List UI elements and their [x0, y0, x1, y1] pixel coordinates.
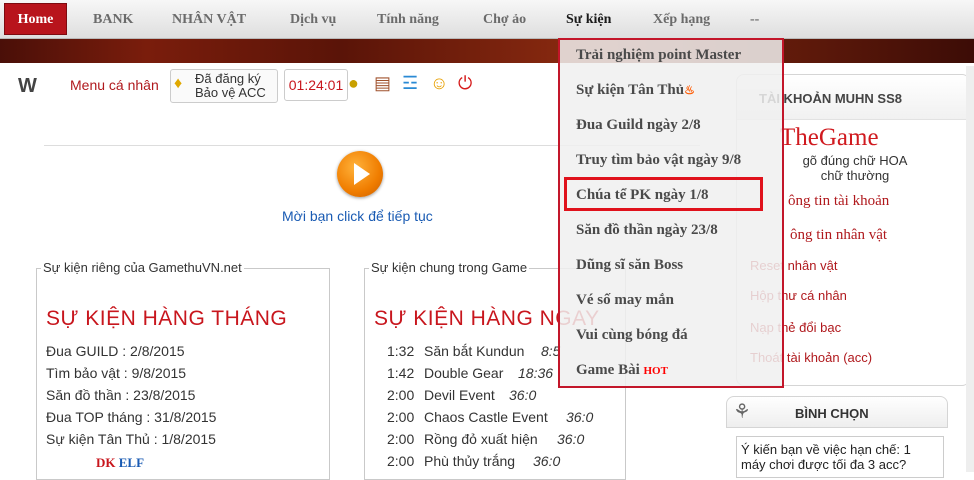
power-icon[interactable]: ⏻	[458, 73, 472, 94]
schedule-name: Săn bắt Kundun	[424, 343, 525, 359]
money-bag-icon[interactable]: ●	[348, 73, 359, 94]
sidebar-link-account-info[interactable]: ông tin tài khoản	[788, 193, 889, 210]
hint-line1: gõ đúng chữ HOA	[802, 153, 908, 168]
nav-more[interactable]: --	[750, 12, 759, 28]
page-scrollbar[interactable]	[966, 66, 974, 472]
schedule-time: 2:00	[387, 453, 415, 469]
event-line: Sự kiện Tân Thủ : 1/8/2015	[46, 431, 216, 447]
brand-thegame: TheGame	[780, 124, 879, 151]
dropdown-item-treasure-hunt[interactable]: Truy tìm bảo vật ngày 9/8	[576, 152, 741, 169]
schedule-count: 36:0	[557, 431, 585, 447]
nav-dich-vu[interactable]: Dịch vụ	[290, 12, 336, 28]
w-logo-icon[interactable]: W	[18, 75, 37, 98]
poll-question-line1: Ý kiến bạn về việc hạn chế: 1	[741, 442, 911, 457]
monthly-events-heading: SỰ KIỆN HÀNG THÁNG	[46, 307, 288, 330]
event-line: Đua GUILD : 2/8/2015	[46, 343, 185, 359]
dropdown-item-master-point[interactable]: Trải nghiệm point Master	[576, 47, 741, 64]
dropdown-item-football[interactable]: Vui cùng bóng đá	[576, 327, 688, 344]
poll-question-line2: máy chơi được tối đa 3 acc?	[741, 457, 907, 472]
schedule-count: 18:36	[518, 365, 554, 381]
schedule-name: Double Gear	[424, 365, 504, 381]
dragon-icon: ⚘	[733, 401, 751, 423]
dropdown-item-boss-hunter[interactable]: Dũng sĩ săn Boss	[576, 257, 683, 274]
schedule-count: 36:0	[566, 409, 594, 425]
nav-home-button[interactable]: Home	[4, 3, 67, 35]
poll-header: ⚘ BÌNH CHỌN	[726, 396, 948, 428]
top-navigation: Home BANK NHÂN VẬT Dịch vụ Tính năng Chợ…	[0, 0, 974, 39]
registered-line2: Bảo vệ ACC	[195, 85, 266, 100]
events-dropdown-menu: Trải nghiệm point Master Sự kiện Tân Thủ…	[558, 38, 784, 388]
schedule-time: 1:32	[387, 343, 415, 359]
dropdown-item-label: Game Bài	[576, 362, 640, 378]
dropdown-item-label: Sự kiện Tân Thủ	[576, 82, 685, 98]
account-protection-badge[interactable]: ♦ Đã đăng ký Bảo vệ ACC	[170, 69, 278, 103]
case-hint: gõ đúng chữ HOA chữ thường	[790, 153, 920, 183]
header-banner-strip	[0, 39, 974, 63]
hint-line2: chữ thường	[820, 168, 890, 183]
common-events-legend: Sự kiện chung trong Game	[369, 260, 530, 275]
schedule-name: Chaos Castle Event	[424, 409, 548, 425]
schedule-name: Phù thủy trắng	[424, 453, 516, 469]
dropdown-item-divine-gear[interactable]: Săn đồ thần ngày 23/8	[576, 222, 718, 239]
schedule-time: 2:00	[387, 409, 415, 425]
treasure-chest-icon[interactable]: ▤	[374, 73, 391, 94]
smiley-icon[interactable]: ☺	[430, 73, 448, 94]
private-events-legend: Sự kiện riêng của GamethuVN.net	[41, 260, 244, 275]
nav-nhan-vat[interactable]: NHÂN VẬT	[172, 12, 246, 28]
schedule-time: 1:42	[387, 365, 415, 381]
dropdown-item-guild-race[interactable]: Đua Guild ngày 2/8	[576, 117, 701, 134]
shopping-cart-icon[interactable]: ☲	[402, 73, 418, 94]
highlighted-item-outline	[564, 177, 763, 211]
schedule-count: 36:0	[509, 387, 537, 403]
nav-cho-ao[interactable]: Chợ ảo	[483, 12, 526, 28]
schedule-count: 36:0	[533, 453, 561, 469]
fire-icon: ♨	[684, 83, 695, 97]
nav-su-kien[interactable]: Sự kiện	[566, 12, 611, 28]
continue-play-button[interactable]	[337, 151, 383, 197]
session-clock: 01:24:01	[284, 69, 348, 101]
dk-elf-logo: DK ELF	[96, 455, 145, 470]
poll-title: BÌNH CHỌN	[795, 406, 869, 421]
event-line: Săn đồ thần : 23/8/2015	[46, 387, 196, 403]
private-events-panel: Sự kiện riêng của GamethuVN.net SỰ KIỆN …	[36, 260, 330, 480]
schedule-name: Rồng đỏ xuất hiện	[424, 431, 538, 447]
personal-menu-link[interactable]: Menu cá nhân	[70, 77, 159, 93]
event-line: Đua TOP tháng : 31/8/2015	[46, 409, 217, 425]
nav-bank[interactable]: BANK	[93, 12, 133, 28]
dropdown-item-card-game[interactable]: Game Bài HOT	[576, 362, 668, 379]
event-line: Tìm bảo vật : 9/8/2015	[46, 365, 187, 381]
sidebar-link-character-info[interactable]: ông tin nhân vật	[790, 227, 887, 244]
hot-badge: HOT	[643, 365, 668, 377]
nav-xep-hang[interactable]: Xếp hạng	[653, 12, 710, 28]
schedule-time: 2:00	[387, 387, 415, 403]
shield-lock-icon: ♦	[174, 75, 183, 92]
schedule-name: Devil Event	[424, 387, 495, 403]
schedule-time: 2:00	[387, 431, 415, 447]
dropdown-item-newbie[interactable]: Sự kiện Tân Thủ♨	[576, 82, 695, 99]
dropdown-item-lottery[interactable]: Vé số may mắn	[576, 292, 674, 309]
nav-tinh-nang[interactable]: Tính năng	[377, 12, 439, 28]
registered-line1: Đã đăng ký	[195, 71, 261, 86]
continue-link[interactable]: Mời bạn click để tiếp tục	[282, 208, 433, 224]
